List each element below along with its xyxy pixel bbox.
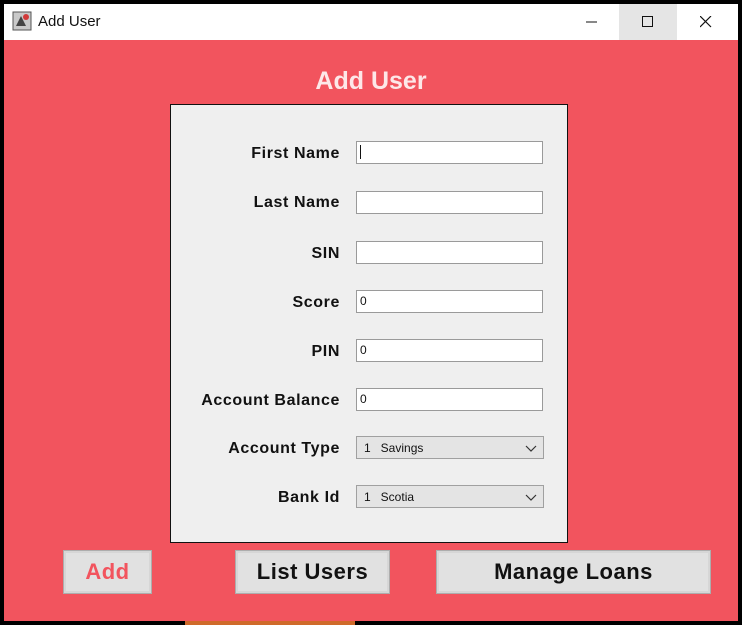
minimize-icon [586, 21, 597, 23]
first-name-field[interactable] [356, 141, 543, 164]
first-name-label: First Name [251, 145, 340, 162]
account-type-select[interactable]: 1 Savings [356, 436, 544, 459]
pin-label: PIN [311, 343, 340, 360]
add-user-window: Add User Add User First Name Last Name S… [4, 4, 738, 621]
account-type-value: 1 Savings [364, 441, 424, 455]
pin-field[interactable]: 0 [356, 339, 543, 362]
title-bar[interactable]: Add User [4, 4, 738, 40]
last-name-label: Last Name [253, 194, 340, 211]
account-type-label: Account Type [228, 440, 340, 457]
sin-field[interactable] [356, 241, 543, 264]
java-app-icon [12, 11, 32, 31]
minimize-button[interactable] [563, 4, 621, 40]
add-button[interactable]: Add [63, 550, 152, 594]
list-users-button[interactable]: List Users [235, 550, 390, 594]
account-balance-label: Account Balance [201, 392, 340, 409]
bank-id-select[interactable]: 1 Scotia [356, 485, 544, 508]
close-icon [700, 16, 712, 28]
text-caret [360, 145, 361, 159]
sin-label: SIN [311, 245, 340, 262]
score-label: Score [292, 294, 340, 311]
form-heading: Add User [315, 67, 427, 95]
account-balance-field[interactable]: 0 [356, 388, 543, 411]
bank-id-value: 1 Scotia [364, 490, 415, 504]
bank-id-label: Bank Id [278, 489, 340, 506]
last-name-field[interactable] [356, 191, 543, 214]
manage-loans-button[interactable]: Manage Loans [436, 550, 711, 594]
maximize-button[interactable] [619, 4, 677, 40]
maximize-icon [642, 16, 653, 27]
chevron-down-icon [525, 445, 537, 452]
user-form-panel: First Name Last Name SIN Score 0 PIN 0 A… [170, 104, 568, 543]
score-field[interactable]: 0 [356, 290, 543, 313]
close-button[interactable] [677, 4, 735, 40]
window-title: Add User [38, 13, 101, 30]
chevron-down-icon [525, 494, 537, 501]
